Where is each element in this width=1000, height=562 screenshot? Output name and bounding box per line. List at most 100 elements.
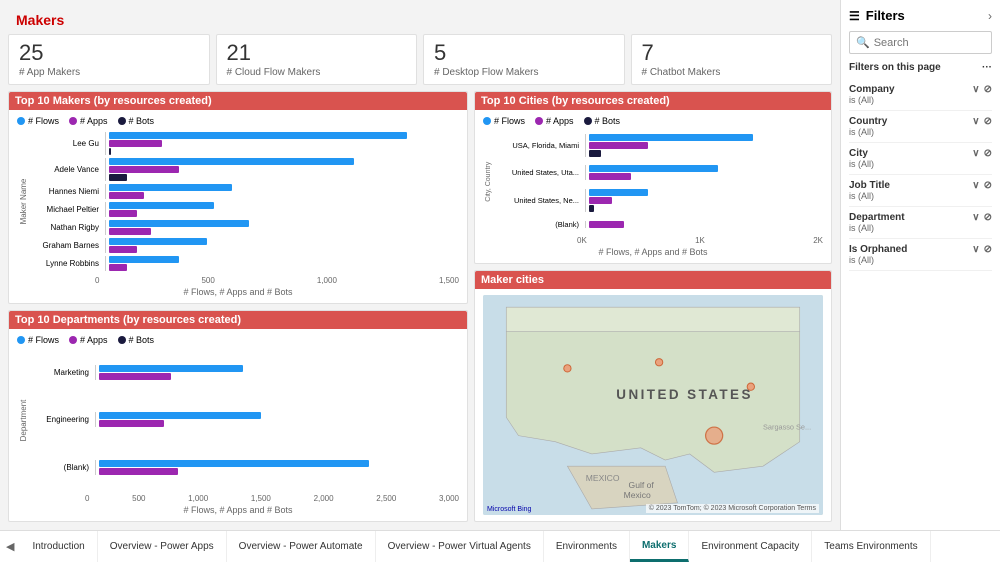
dept-legend-flows: # Flows <box>17 335 59 345</box>
search-icon: 🔍 <box>856 36 870 49</box>
filter-chevron-city[interactable]: ∨ <box>972 148 979 159</box>
tab-overview-power-automate[interactable]: Overview - Power Automate <box>227 531 376 562</box>
top-makers-title: Top 10 Makers (by resources created) <box>9 92 467 110</box>
page-title: Makers <box>8 8 832 28</box>
filters-panel: ☰ Filters › 🔍 Filters on this page ··· C… <box>840 0 1000 530</box>
filter-item-department: Department ∨ ⊘ is (All) <box>849 207 992 239</box>
kpi-label-app-makers: # App Makers <box>19 67 199 78</box>
top-departments-title: Top 10 Departments (by resources created… <box>9 311 467 329</box>
dept-legend-bots: # Bots <box>118 335 155 345</box>
maker-cities-map: Maker cities <box>474 270 832 522</box>
city-y-axis-label: City, Country <box>483 130 494 233</box>
top-cities-chart: Top 10 Cities (by resources created) # F… <box>474 91 832 264</box>
maker-cities-title: Maker cities <box>475 271 831 289</box>
top-cities-title: Top 10 Cities (by resources created) <box>475 92 831 110</box>
kpi-row: 25 # App Makers 21 # Cloud Flow Makers 5… <box>8 34 832 85</box>
tab-environments[interactable]: Environments <box>544 531 630 562</box>
dept-x-ticks: 0 500 1,000 1,500 2,000 2,500 3,000 <box>17 494 459 503</box>
top-makers-chart: Top 10 Makers (by resources created) # F… <box>8 91 468 303</box>
filter-item-jobtitle: Job Title ∨ ⊘ is (All) <box>849 175 992 207</box>
bottom-nav: ◀ Introduction Overview - Power Apps Ove… <box>0 530 1000 562</box>
city-row-2: United States, Ne... <box>494 189 823 212</box>
filters-title: ☰ Filters <box>849 8 905 23</box>
city-row-3: (Blank) <box>494 220 823 229</box>
maker-row-4: Nathan Rigby <box>30 220 459 235</box>
city-legend-apps: # Apps <box>535 116 574 126</box>
legend-apps: # Apps <box>69 116 108 126</box>
kpi-card-app-makers: 25 # App Makers <box>8 34 210 85</box>
makers-y-axis-label: Maker Name <box>17 130 30 272</box>
filter-chevron-jobtitle[interactable]: ∨ <box>972 180 979 191</box>
makers-x-label: # Flows, # Apps and # Bots <box>17 287 459 297</box>
kpi-value-cloud-makers: 21 <box>227 41 407 65</box>
kpi-label-cloud-makers: # Cloud Flow Makers <box>227 67 407 78</box>
maker-row-5: Graham Barnes <box>30 238 459 253</box>
filter-item-company: Company ∨ ⊘ is (All) <box>849 79 992 111</box>
maker-row-0: Lee Gu <box>30 132 459 155</box>
dept-y-axis-label: Department <box>17 349 30 491</box>
legend-bots: # Bots <box>118 116 155 126</box>
filter-clear-country[interactable]: ⊘ <box>984 116 992 127</box>
filter-item-country: Country ∨ ⊘ is (All) <box>849 111 992 143</box>
bing-logo: Microsoft Bing <box>487 506 531 513</box>
kpi-label-chatbot-makers: # Chatbot Makers <box>642 67 822 78</box>
kpi-value-app-makers: 25 <box>19 41 199 65</box>
dept-row-1: Engineering <box>30 412 459 427</box>
filter-search-input[interactable] <box>874 37 985 49</box>
svg-text:Gulf of: Gulf of <box>629 480 655 490</box>
dept-row-2: (Blank) <box>30 460 459 475</box>
maker-row-1: Adele Vance <box>30 158 459 181</box>
city-x-ticks: 0K 1K 2K <box>483 236 823 245</box>
map-svg: Gulf of Mexico Sargasso Se... MEXICO UNI… <box>483 295 823 515</box>
tab-environment-capacity[interactable]: Environment Capacity <box>689 531 812 562</box>
filter-chevron-company[interactable]: ∨ <box>972 84 979 95</box>
tab-makers[interactable]: Makers <box>630 531 689 562</box>
kpi-value-chatbot-makers: 7 <box>642 41 822 65</box>
nav-prev[interactable]: ◀ <box>0 531 20 562</box>
city-legend-flows: # Flows <box>483 116 525 126</box>
filters-expand-icon[interactable]: › <box>988 9 992 23</box>
filter-chevron-country[interactable]: ∨ <box>972 116 979 127</box>
tab-overview-power-virtual-agents[interactable]: Overview - Power Virtual Agents <box>376 531 544 562</box>
filter-clear-jobtitle[interactable]: ⊘ <box>984 180 992 191</box>
tab-teams-environments[interactable]: Teams Environments <box>812 531 930 562</box>
dept-x-label: # Flows, # Apps and # Bots <box>17 505 459 515</box>
makers-x-ticks: 0 500 1,000 1,500 <box>17 276 459 285</box>
city-x-label: # Flows, # Apps and # Bots <box>483 247 823 257</box>
legend-flows: # Flows <box>17 116 59 126</box>
kpi-value-desktop-makers: 5 <box>434 41 614 65</box>
filters-on-page-label: Filters on this page <box>849 62 941 73</box>
kpi-card-chatbot-makers: 7 # Chatbot Makers <box>631 34 833 85</box>
filter-chevron-orphaned[interactable]: ∨ <box>972 244 979 255</box>
filters-more-icon[interactable]: ··· <box>982 62 992 73</box>
kpi-card-desktop-makers: 5 # Desktop Flow Makers <box>423 34 625 85</box>
svg-text:MEXICO: MEXICO <box>586 473 620 483</box>
svg-text:Mexico: Mexico <box>624 490 651 500</box>
filter-clear-company[interactable]: ⊘ <box>984 84 992 95</box>
maker-row-3: Michael Peltier <box>30 202 459 217</box>
kpi-label-desktop-makers: # Desktop Flow Makers <box>434 67 614 78</box>
city-row-1: United States, Uta... <box>494 165 823 180</box>
maker-row-6: Lynne Robbins <box>30 256 459 271</box>
tab-overview-power-apps[interactable]: Overview - Power Apps <box>98 531 227 562</box>
svg-text:Sargasso Se...: Sargasso Se... <box>763 422 811 431</box>
city-legend-bots: # Bots <box>584 116 621 126</box>
map-credit: © 2023 TomTom; © 2023 Microsoft Corporat… <box>646 504 819 513</box>
filter-clear-city[interactable]: ⊘ <box>984 148 992 159</box>
filter-clear-orphaned[interactable]: ⊘ <box>984 244 992 255</box>
filter-item-orphaned: Is Orphaned ∨ ⊘ is (All) <box>849 239 992 271</box>
tab-introduction[interactable]: Introduction <box>20 531 97 562</box>
filter-search-box[interactable]: 🔍 <box>849 31 992 54</box>
svg-text:UNITED STATES: UNITED STATES <box>616 387 753 402</box>
filter-item-city: City ∨ ⊘ is (All) <box>849 143 992 175</box>
dept-legend-apps: # Apps <box>69 335 108 345</box>
filter-clear-department[interactable]: ⊘ <box>984 212 992 223</box>
filter-icon: ☰ <box>849 9 860 23</box>
maker-row-2: Hannes Niemi <box>30 184 459 199</box>
dept-row-0: Marketing <box>30 365 459 380</box>
filter-chevron-department[interactable]: ∨ <box>972 212 979 223</box>
top-departments-chart: Top 10 Departments (by resources created… <box>8 310 468 522</box>
kpi-card-cloud-makers: 21 # Cloud Flow Makers <box>216 34 418 85</box>
app-container: Makers 25 # App Makers 21 # Cloud Flow M… <box>0 0 1000 562</box>
city-row-0: USA, Florida, Miami <box>494 134 823 157</box>
